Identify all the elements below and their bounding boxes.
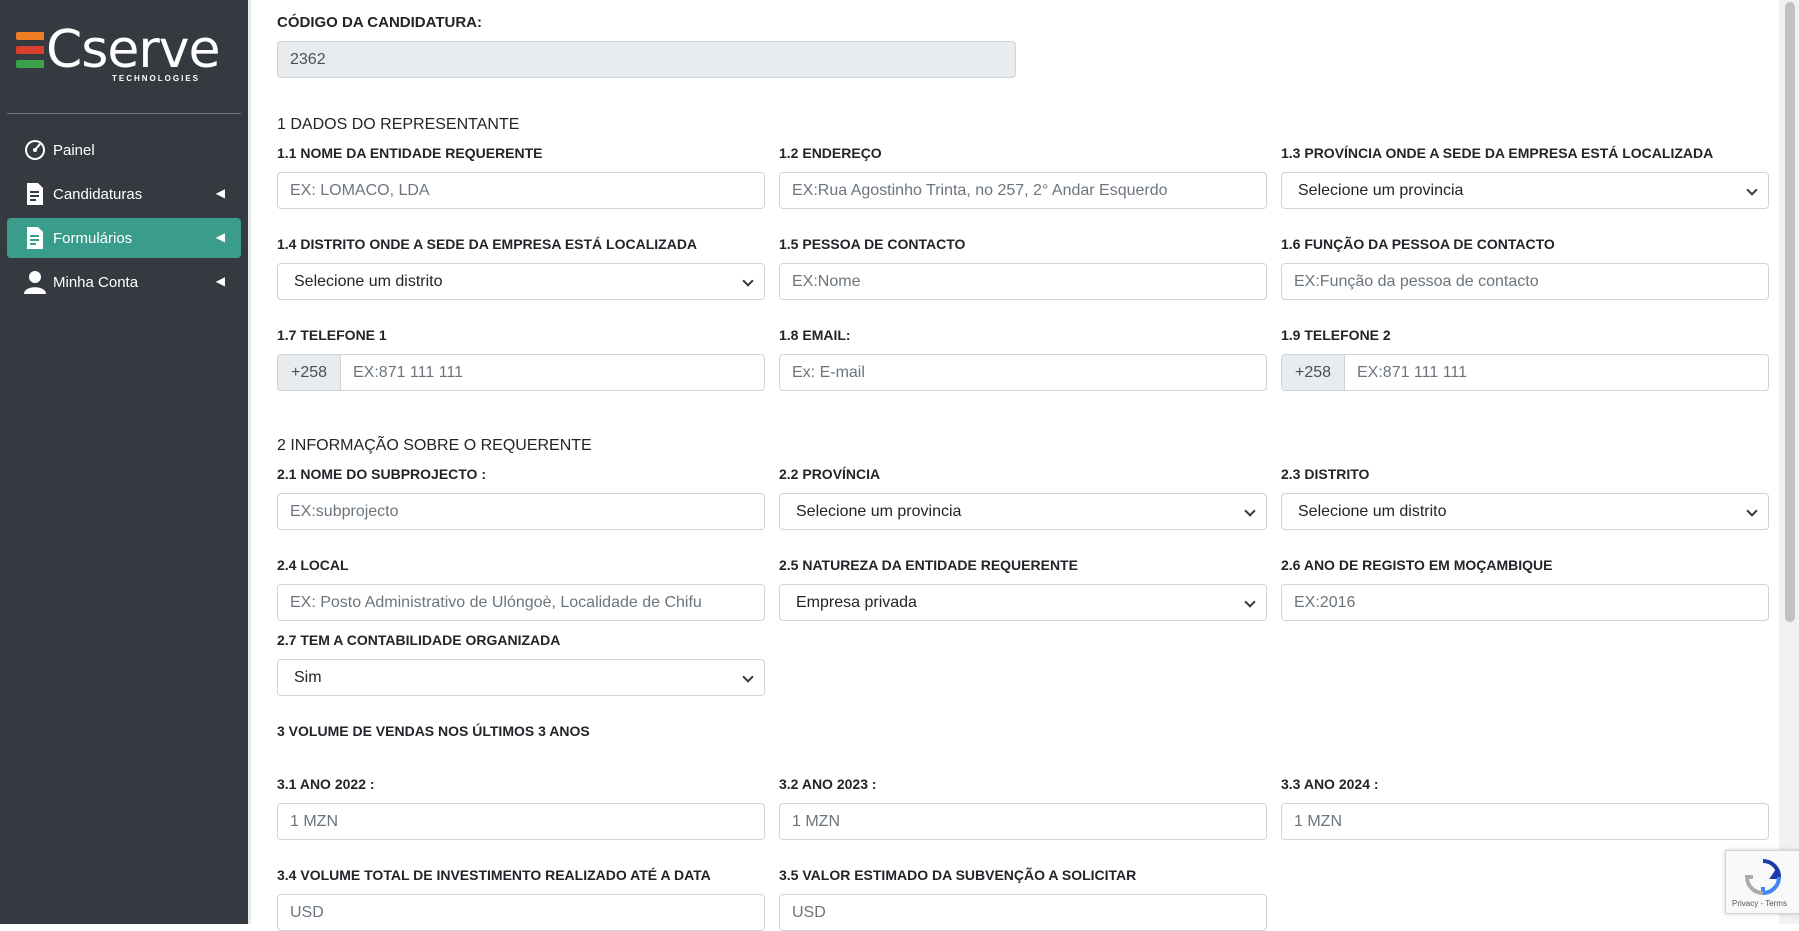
entity-nature-select[interactable]: Empresa privada <box>779 584 1267 621</box>
field-label: 3.2 ANO 2023 : <box>779 776 877 792</box>
province-select[interactable]: Selecione um provincia <box>779 493 1267 530</box>
sidebar-item-label: Painel <box>53 141 95 159</box>
phone-1-prefix: +258 <box>277 354 341 391</box>
code-field[interactable]: 2362 <box>277 41 1016 78</box>
field-label: 1.4 DISTRITO ONDE A SEDE DA EMPRESA ESTÁ… <box>277 236 698 252</box>
contact-person-input[interactable]: EX:Nome <box>779 263 1267 300</box>
registration-year-input[interactable]: EX:2016 <box>1281 584 1769 621</box>
field-label: 1.3 PROVÍNCIA ONDE A SEDE DA EMPRESA EST… <box>1281 145 1714 161</box>
entity-name-input[interactable]: EX: LOMACO, LDA <box>277 172 765 209</box>
chevron-left-icon: ◀ <box>215 186 225 200</box>
email-input[interactable]: Ex: E-mail <box>779 354 1267 391</box>
contact-role-input[interactable]: EX:Função da pessoa de contacto <box>1281 263 1769 300</box>
logo-wordmark: Cserve <box>46 20 221 80</box>
hq-district-select[interactable]: Selecione um distrito <box>277 263 765 300</box>
document-icon <box>23 182 47 206</box>
logo-tagline: TECHNOLOGIES <box>112 74 201 83</box>
district-select[interactable]: Selecione um distrito <box>1281 493 1769 530</box>
code-label: CÓDIGO DA CANDIDATURA: <box>277 14 482 31</box>
chevron-left-icon: ◀ <box>215 274 225 288</box>
field-label: 3.4 VOLUME TOTAL DE INVESTIMENTO REALIZA… <box>277 867 711 883</box>
field-label: 1.7 TELEFONE 1 <box>277 327 387 343</box>
subproject-name-input[interactable]: EX:subprojecto <box>277 493 765 530</box>
address-input[interactable]: EX:Rua Agostinho Trinta, no 257, 2° Anda… <box>779 172 1267 209</box>
sidebar: Cserve TECHNOLOGIES Painel Candidaturas … <box>0 0 248 924</box>
subsidy-value-input[interactable]: USD <box>779 894 1267 931</box>
phone-2-input[interactable]: EX:871 111 111 <box>1344 354 1769 391</box>
recaptcha-links[interactable]: Privacy - Terms <box>1732 899 1787 908</box>
sidebar-item-label: Formulários <box>53 229 133 247</box>
field-label: 1.8 EMAIL: <box>779 327 851 343</box>
field-label: 1.6 FUNÇÃO DA PESSOA DE CONTACTO <box>1281 236 1555 252</box>
cserve-logo[interactable]: Cserve TECHNOLOGIES <box>16 20 221 86</box>
sales-2023-input[interactable]: 1 MZN <box>779 803 1267 840</box>
sidebar-nav: Painel Candidaturas ◀ Formulários ◀ Minh… <box>7 130 241 306</box>
recaptcha-icon <box>1744 859 1782 896</box>
field-label: 2.1 NOME DO SUBPROJECTO : <box>277 466 487 482</box>
page-scrollbar[interactable] <box>1779 0 1799 924</box>
application-form: CÓDIGO DA CANDIDATURA: 2362 1 DADOS DO R… <box>251 0 1799 931</box>
sidebar-item-label: Candidaturas <box>53 185 143 203</box>
field-label: 1.9 TELEFONE 2 <box>1281 327 1391 343</box>
field-label: 3.1 ANO 2022 : <box>277 776 375 792</box>
field-label: 1.5 PESSOA DE CONTACTO <box>779 236 966 252</box>
location-input[interactable]: EX: Posto Administrativo de Ulóngoè, Loc… <box>277 584 765 621</box>
field-label: 2.7 TEM A CONTABILIDADE ORGANIZADA <box>277 632 561 648</box>
sidebar-item-painel[interactable]: Painel <box>7 130 241 170</box>
section-3-title: 3 VOLUME DE VENDAS NOS ÚLTIMOS 3 ANOS <box>277 723 590 739</box>
field-label: 1.1 NOME DA ENTIDADE REQUERENTE <box>277 145 543 161</box>
recaptcha-badge[interactable]: Privacy - Terms <box>1725 850 1799 914</box>
document-icon <box>23 226 47 250</box>
gauge-icon <box>23 138 47 162</box>
total-investment-input[interactable]: USD <box>277 894 765 931</box>
field-label: 2.4 LOCAL <box>277 557 349 573</box>
phone-2-prefix: +258 <box>1281 354 1345 391</box>
sidebar-item-label: Minha Conta <box>53 273 139 291</box>
sales-2024-input[interactable]: 1 MZN <box>1281 803 1769 840</box>
logo-bars-icon <box>16 32 44 74</box>
field-label: 1.2 ENDEREÇO <box>779 145 882 161</box>
field-label: 2.3 DISTRITO <box>1281 466 1370 482</box>
sales-2022-input[interactable]: 1 MZN <box>277 803 765 840</box>
sidebar-divider <box>7 113 241 114</box>
field-label: 3.5 VALOR ESTIMADO DA SUBVENÇÃO A SOLICI… <box>779 867 1137 883</box>
sidebar-item-minha-conta[interactable]: Minha Conta ◀ <box>7 262 241 302</box>
field-label: 2.2 PROVÍNCIA <box>779 466 881 482</box>
hq-province-select[interactable]: Selecione um provincia <box>1281 172 1769 209</box>
user-icon <box>23 270 47 294</box>
field-label: 2.6 ANO DE REGISTO EM MOÇAMBIQUE <box>1281 557 1553 573</box>
field-label: 3.3 ANO 2024 : <box>1281 776 1379 792</box>
sidebar-item-candidaturas[interactable]: Candidaturas ◀ <box>7 174 241 214</box>
section-1-title: 1 DADOS DO REPRESENTANTE <box>277 116 520 133</box>
field-label: 2.5 NATUREZA DA ENTIDADE REQUERENTE <box>779 557 1078 573</box>
section-2-title: 2 INFORMAÇÃO SOBRE O REQUERENTE <box>277 437 592 454</box>
chevron-left-icon: ◀ <box>215 230 225 244</box>
organized-accounting-select[interactable]: Sim <box>277 659 765 696</box>
phone-1-input[interactable]: EX:871 111 111 <box>340 354 765 391</box>
scrollbar-thumb[interactable] <box>1785 2 1795 622</box>
sidebar-item-formularios[interactable]: Formulários ◀ <box>7 218 241 258</box>
